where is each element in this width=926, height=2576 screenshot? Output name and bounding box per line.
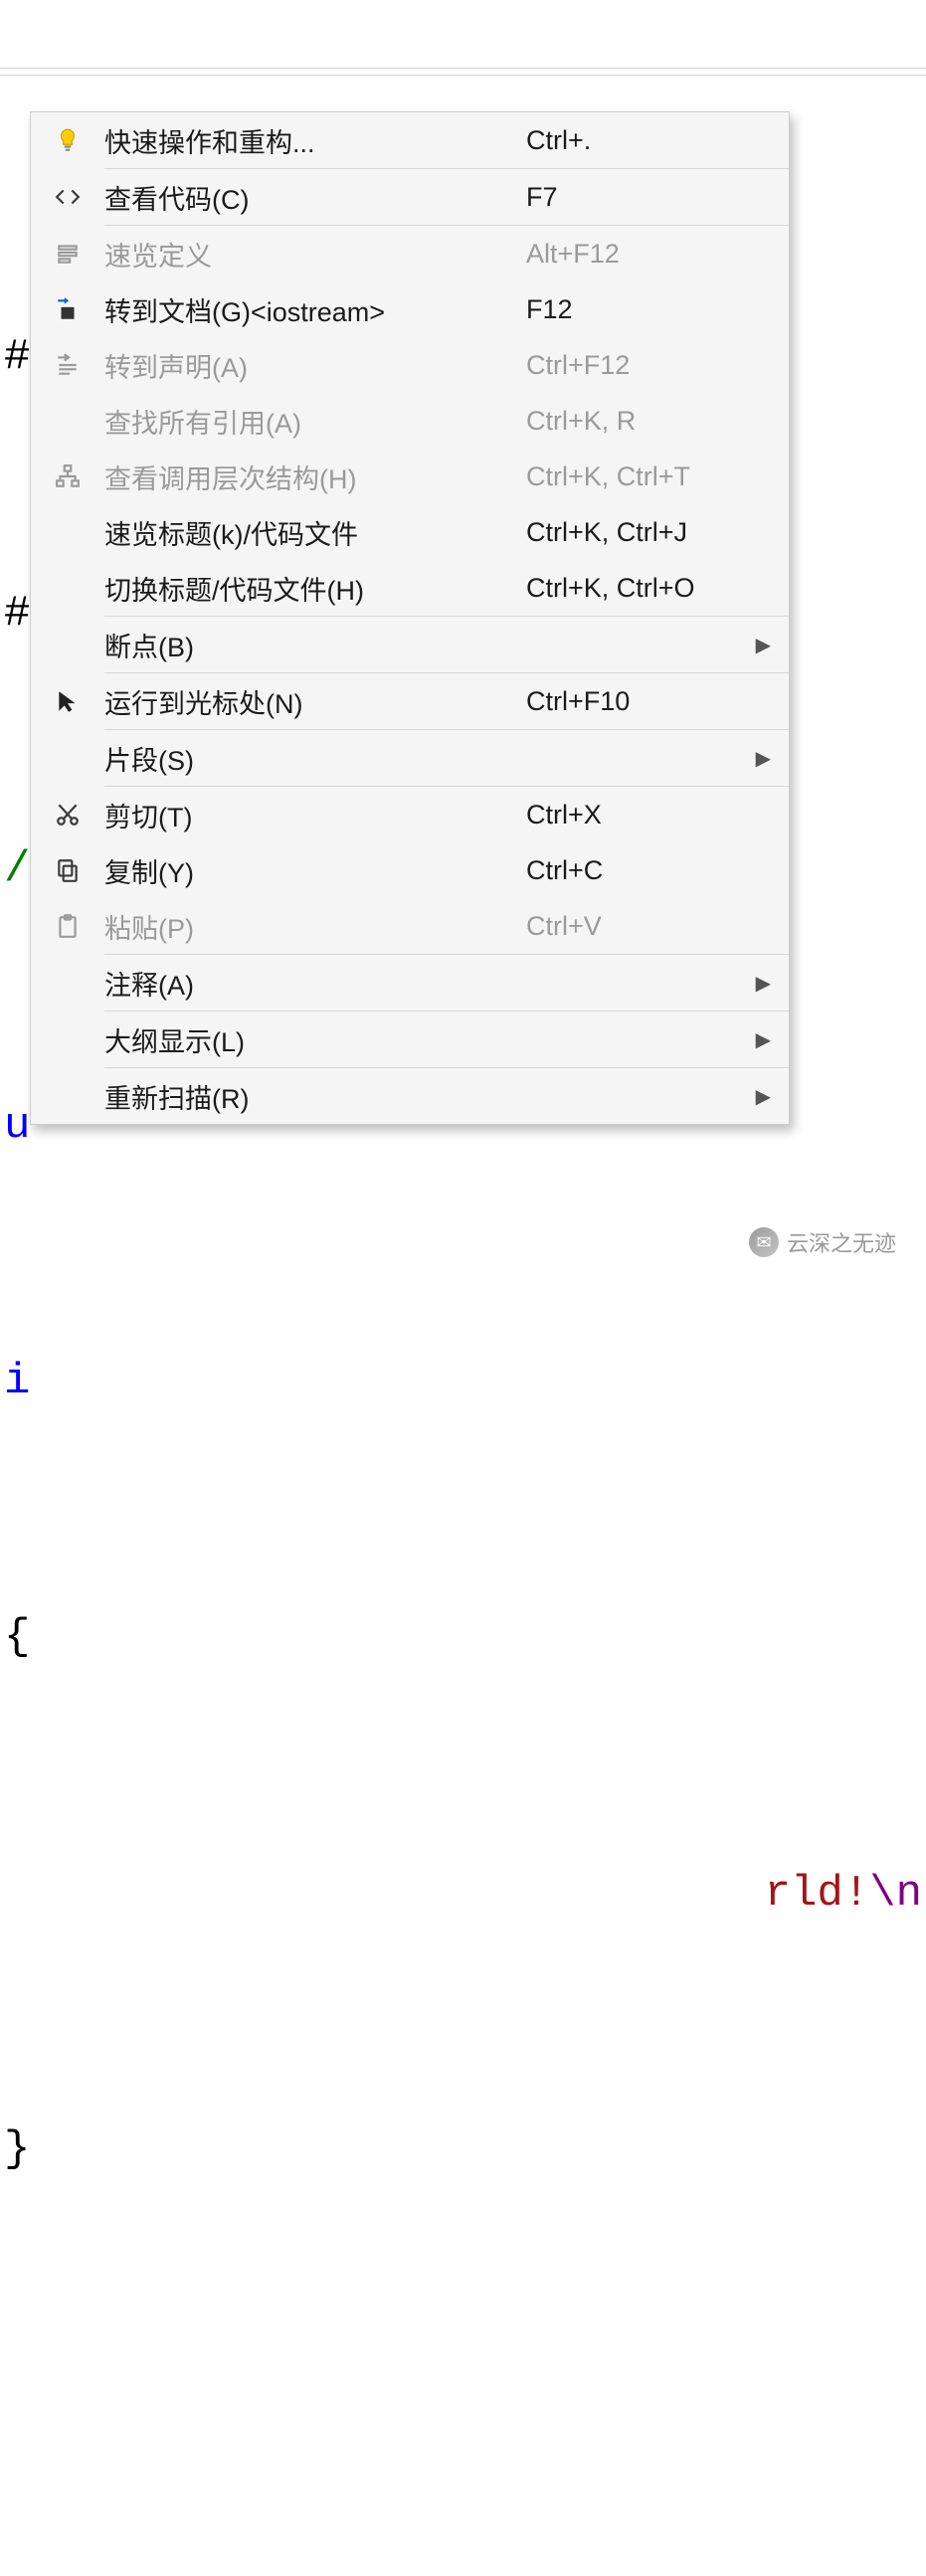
menu-item-label: 切换标题/代码文件(H) [104,569,526,608]
menu-item: 速览定义Alt+F12 [31,226,789,281]
submenu-arrow-icon: ▶ [745,633,771,657]
code-line: { [0,1595,926,1681]
code-line: } [0,2108,926,2193]
menu-item-label: 查找所有引用(A) [104,402,526,441]
wechat-icon: ✉ [749,1227,779,1257]
menu-item: 查看调用层次结构(H)Ctrl+K, Ctrl+T [31,449,789,504]
menu-item-shortcut: Alt+F12 [526,239,745,270]
goto-doc-icon [31,296,104,322]
submenu-arrow-icon: ▶ [745,1084,771,1109]
submenu-arrow-icon: ▶ [745,1027,771,1052]
menu-item-shortcut: Ctrl+X [526,800,745,830]
menu-item[interactable]: 断点(B) ▶ [31,617,789,672]
peek-def-icon [31,241,104,267]
menu-item-shortcut: Ctrl+F12 [526,350,745,381]
paste-icon [31,913,104,939]
menu-item[interactable]: 大纲显示(L) ▶ [31,1012,789,1067]
hierarchy-icon [31,463,104,489]
menu-item-label: 转到文档(G)<iostream> [104,290,526,329]
menu-item[interactable]: 注释(A) ▶ [31,955,789,1011]
submenu-arrow-icon: ▶ [745,746,771,771]
menu-item-shortcut: Ctrl+K, Ctrl+J [526,517,745,548]
menu-item-label: 快速操作和重构... [104,121,526,160]
menu-item-label: 速览标题(k)/代码文件 [104,513,526,552]
menu-item-shortcut: Ctrl+K, Ctrl+T [526,461,745,492]
menu-item-label: 注释(A) [104,964,526,1003]
goto-decl-icon [31,352,104,378]
menu-item: 粘贴(P)Ctrl+V [31,898,789,954]
menu-item-shortcut: Ctrl+. [526,125,745,156]
menu-item[interactable]: 速览标题(k)/代码文件Ctrl+K, Ctrl+J [31,504,789,560]
menu-item-label: 重新扫描(R) [104,1077,526,1116]
menu-item-shortcut: Ctrl+F10 [526,686,745,717]
menu-item-label: 转到声明(A) [104,346,526,385]
menu-item[interactable]: 转到文档(G)<iostream>F12 [31,281,789,337]
menu-item-shortcut: Ctrl+K, Ctrl+O [526,573,745,604]
menu-item-label: 运行到光标处(N) [104,682,526,721]
menu-item[interactable]: 剪切(T)Ctrl+X [31,787,789,842]
code-line [0,2364,926,2450]
menu-item: 查找所有引用(A)Ctrl+K, R [31,393,789,449]
lightbulb-icon [31,127,104,153]
menu-item-label: 大纲显示(L) [104,1020,526,1059]
menu-item-shortcut: Ctrl+K, R [526,406,745,437]
context-menu: 快速操作和重构...Ctrl+.查看代码(C)F7速览定义Alt+F12转到文档… [30,111,790,1125]
menu-item-label: 剪切(T) [104,796,526,834]
copy-icon [31,857,104,883]
watermark-text: 云深之无迹 [787,1226,896,1258]
menu-item-shortcut: F12 [526,294,745,325]
menu-item-label: 粘贴(P) [104,907,526,946]
menu-item[interactable]: 运行到光标处(N)Ctrl+F10 [31,673,789,729]
menu-item: 转到声明(A)Ctrl+F12 [31,337,789,393]
submenu-arrow-icon: ▶ [745,971,771,996]
menu-item-shortcut: Ctrl+V [526,911,745,942]
cursor-icon [31,688,104,714]
menu-item[interactable]: 查看代码(C)F7 [31,169,789,225]
menu-item-label: 查看代码(C) [104,178,526,217]
menu-item[interactable]: 切换标题/代码文件(H)Ctrl+K, Ctrl+O [31,560,789,616]
menu-item[interactable]: 片段(S) ▶ [31,730,789,786]
code-line: rld!\n [0,1852,926,1937]
menu-item-shortcut: Ctrl+C [526,855,745,886]
menu-item[interactable]: 重新扫描(R) ▶ [31,1068,789,1124]
menu-item-label: 复制(Y) [104,851,526,890]
menu-item-label: 断点(B) [104,626,526,664]
menu-item-shortcut: F7 [526,182,745,213]
code-line: i [0,1340,926,1425]
menu-item-label: 查看调用层次结构(H) [104,458,526,496]
menu-item-label: 速览定义 [104,235,526,274]
menu-item[interactable]: 复制(Y)Ctrl+C [31,842,789,898]
watermark: ✉ 云深之无迹 [749,1226,896,1258]
cut-icon [31,802,104,828]
menu-item-label: 片段(S) [104,739,526,778]
code-icon [31,184,104,210]
menu-item[interactable]: 快速操作和重构...Ctrl+. [31,112,789,168]
